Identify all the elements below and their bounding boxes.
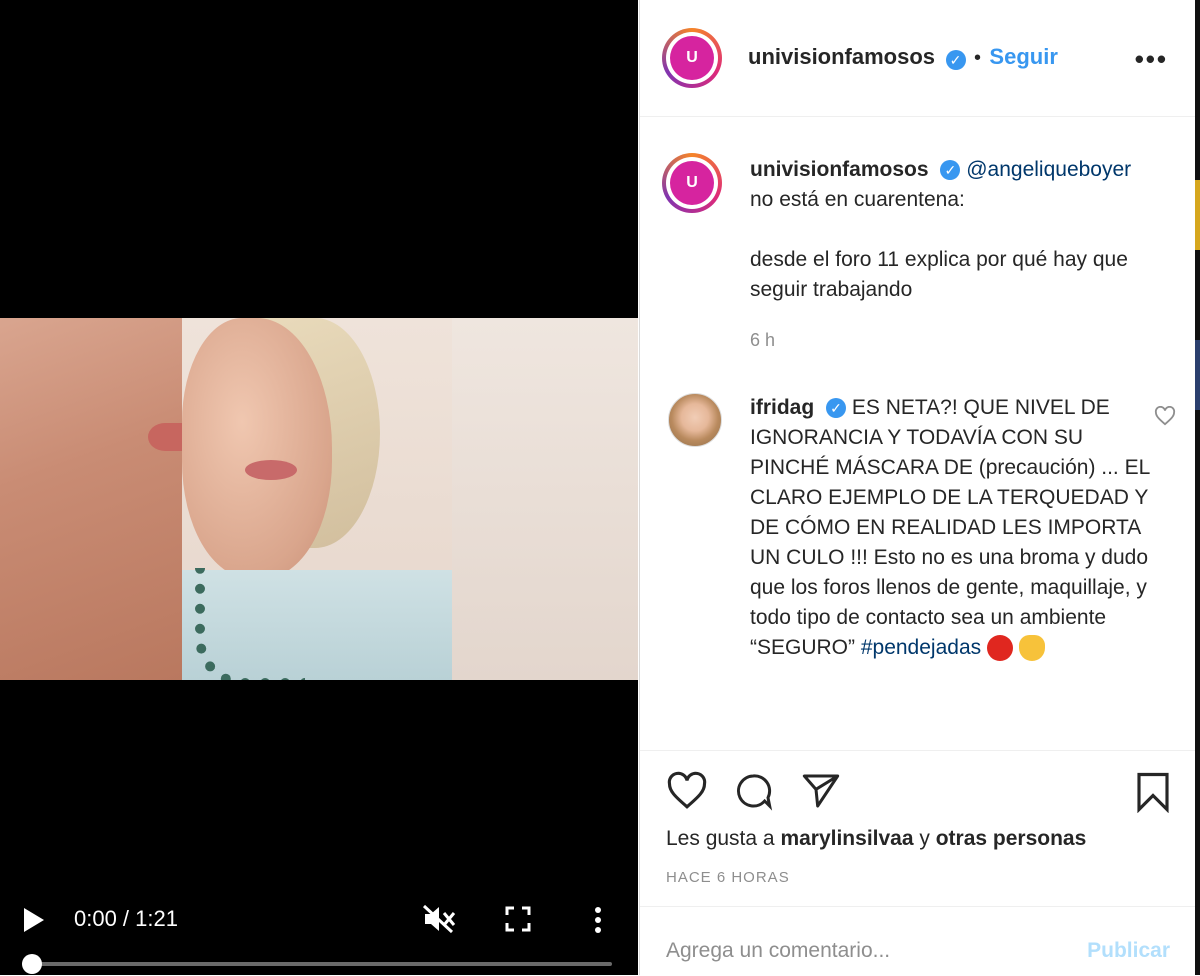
video-player[interactable]: 0:00 / 1:21	[0, 0, 638, 975]
verified-icon: ✓	[945, 49, 966, 70]
comment-text: ES NETA?! QUE NIVEL DE IGNORANCIA Y TODA…	[750, 396, 1150, 659]
post-header: U univisionfamosos ✓ • Seguir •••	[640, 0, 1196, 117]
comment-input[interactable]: Agrega un comentario...	[666, 939, 890, 963]
verified-icon: ✓	[940, 160, 961, 181]
header-username[interactable]: univisionfamosos	[748, 44, 935, 69]
caption-avatar[interactable]: U	[662, 153, 722, 213]
video-frame	[0, 318, 638, 680]
post-caption: univisionfamosos ✓ @angeliqueboyer no es…	[750, 155, 1180, 305]
comment-username[interactable]: ifridag	[750, 396, 814, 419]
caption-timestamp[interactable]: 6 h	[750, 330, 775, 351]
fullscreen-icon[interactable]	[505, 906, 531, 932]
post-panel: U univisionfamosos ✓ • Seguir ••• U univ…	[639, 0, 1196, 975]
caption-username[interactable]: univisionfamosos	[750, 158, 929, 181]
verified-icon: ✓	[826, 398, 847, 419]
avatar[interactable]: U	[662, 28, 722, 88]
follow-button[interactable]: Seguir	[989, 44, 1057, 69]
video-controls: 0:00 / 1:21	[0, 890, 638, 975]
commenter-avatar[interactable]	[668, 393, 722, 447]
share-icon[interactable]	[800, 771, 842, 816]
video-time: 0:00 / 1:21	[74, 906, 178, 931]
video-progress-knob[interactable]	[22, 954, 42, 974]
publish-button[interactable]: Publicar	[1087, 939, 1170, 963]
stop-sign-emoji-icon	[986, 635, 1013, 662]
caption-line2: desde el foro 11 explica por qué hay que…	[750, 248, 1128, 301]
more-options-icon[interactable]: •••	[1135, 44, 1168, 75]
post-actions: Les gusta a marylinsilvaa y otras person…	[640, 750, 1196, 907]
comment-icon[interactable]	[732, 771, 774, 816]
mute-icon[interactable]	[422, 904, 456, 941]
other-likers-link[interactable]: otras personas	[936, 827, 1087, 850]
header-separator: •	[973, 47, 981, 69]
caption-line1: no está en cuarentena:	[750, 188, 965, 211]
page-edge	[1195, 0, 1200, 975]
raised-hand-emoji-icon	[1018, 635, 1045, 662]
like-icon[interactable]	[666, 771, 708, 816]
video-progress-bar[interactable]	[22, 962, 612, 966]
header-account: univisionfamosos ✓ • Seguir	[748, 44, 1058, 70]
liker-username[interactable]: marylinsilvaa	[780, 827, 913, 850]
post-time-ago[interactable]: HACE 6 HORAS	[666, 869, 790, 886]
add-comment-bar: Agrega un comentario... Publicar	[640, 906, 1196, 976]
comment-like-icon[interactable]	[1154, 405, 1176, 432]
play-icon[interactable]	[24, 908, 44, 932]
save-bookmark-icon[interactable]	[1134, 771, 1172, 818]
comment-hashtag[interactable]: #pendejadas	[861, 636, 981, 659]
caption-mention[interactable]: @angeliqueboyer	[966, 158, 1131, 181]
likes-summary: Les gusta a marylinsilvaa y otras person…	[666, 827, 1087, 850]
video-more-options-icon[interactable]	[594, 906, 602, 934]
comment: ifridag ✓ ES NETA?! QUE NIVEL DE IGNORAN…	[750, 393, 1150, 663]
